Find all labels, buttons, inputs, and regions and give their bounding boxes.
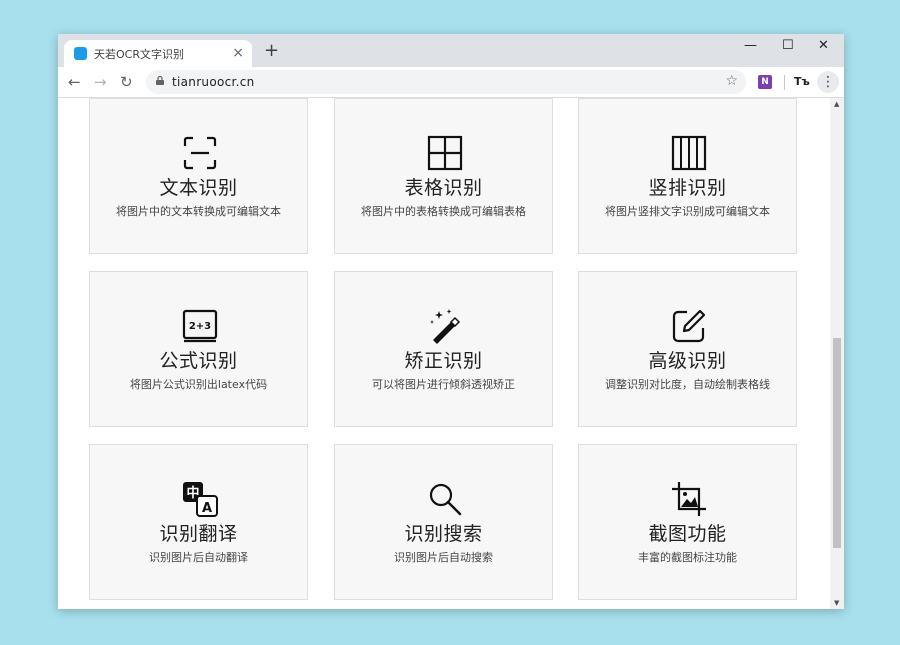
feature-card-screenshot[interactable]: 截图功能 丰富的截图标注功能 — [578, 444, 797, 600]
card-title: 文本识别 — [159, 177, 238, 199]
minimize-button[interactable]: — — [744, 38, 757, 54]
vertical-columns-icon — [671, 135, 707, 171]
card-description: 可以将图片进行倾斜透视矫正 — [372, 378, 515, 391]
scrollbar-thumb[interactable] — [833, 338, 841, 548]
url-text: tianruoocr.cn — [172, 75, 255, 89]
card-description: 将图片中的表格转换成可编辑表格 — [361, 205, 526, 218]
feature-card-vertical-ocr[interactable]: 竖排识别 将图片竖排文字识别成可编辑文本 — [578, 98, 797, 254]
card-description: 将图片公式识别出latex代码 — [129, 378, 268, 391]
card-description: 将图片中的文本转换成可编辑文本 — [116, 205, 281, 218]
formula-board-icon: 2+3 — [182, 309, 218, 343]
feature-card-search-ocr[interactable]: 识别搜索 识别图片后自动搜索 — [334, 444, 553, 600]
browser-tab[interactable]: 天若OCR文字识别 × — [64, 40, 252, 67]
card-title: 识别翻译 — [159, 523, 238, 545]
tab-title: 天若OCR文字识别 — [94, 48, 184, 61]
title-bar: 天若OCR文字识别 × + — ☐ ✕ — [58, 34, 844, 67]
feature-card-advanced-ocr[interactable]: 高级识别 调整识别对比度，自动绘制表格线 — [578, 271, 797, 427]
bookmark-star-icon[interactable]: ☆ — [725, 73, 738, 89]
tab-close-button[interactable]: × — [232, 44, 244, 62]
translate-extension-icon[interactable]: Tъ — [794, 75, 810, 88]
address-bar[interactable]: tianruoocr.cn ☆ — [146, 70, 746, 94]
card-title: 公式识别 — [159, 350, 238, 372]
close-window-button[interactable]: ✕ — [818, 38, 829, 54]
scroll-down-arrow-icon[interactable]: ▼ — [834, 599, 839, 607]
search-icon — [429, 483, 462, 516]
card-title: 表格识别 — [404, 177, 483, 199]
feature-card-formula-ocr[interactable]: 2+3 公式识别 将图片公式识别出latex代码 — [89, 271, 308, 427]
toolbar-divider — [784, 75, 785, 90]
maximize-button[interactable]: ☐ — [782, 38, 794, 54]
feature-card-translate-ocr[interactable]: 中 A 识别翻译 识别图片后自动翻译 — [89, 444, 308, 600]
new-tab-button[interactable]: + — [264, 42, 279, 60]
card-description: 识别图片后自动搜索 — [394, 551, 493, 564]
vertical-scrollbar[interactable]: ▲ ▼ — [830, 98, 844, 609]
translate-icon: 中 A — [183, 482, 218, 517]
card-description: 将图片竖排文字识别成可编辑文本 — [605, 205, 770, 218]
feature-card-text-ocr[interactable]: 文本识别 将图片中的文本转换成可编辑文本 — [89, 98, 308, 254]
card-title: 识别搜索 — [404, 523, 483, 545]
browser-toolbar: ← → ↻ tianruoocr.cn ☆ N Tъ ⋮ — [58, 67, 844, 98]
feature-card-correction-ocr[interactable]: 矫正识别 可以将图片进行倾斜透视矫正 — [334, 271, 553, 427]
feature-card-table-ocr[interactable]: 表格识别 将图片中的表格转换成可编辑表格 — [334, 98, 553, 254]
card-description: 调整识别对比度，自动绘制表格线 — [605, 378, 770, 391]
card-title: 高级识别 — [648, 350, 727, 372]
formula-text: 2+3 — [189, 321, 211, 332]
card-title: 矫正识别 — [404, 350, 483, 372]
reload-button[interactable]: ↻ — [120, 73, 133, 91]
card-description: 识别图片后自动翻译 — [149, 551, 248, 564]
scroll-up-arrow-icon[interactable]: ▲ — [834, 100, 839, 108]
back-button[interactable]: ← — [68, 73, 81, 91]
card-title: 竖排识别 — [648, 177, 727, 199]
onenote-extension-icon[interactable]: N — [758, 75, 772, 89]
page-content: 文本识别 将图片中的文本转换成可编辑文本 表格识别 将图片中的表格转换成可编辑表… — [58, 98, 830, 609]
scan-text-icon — [183, 136, 217, 170]
table-grid-icon — [427, 135, 463, 171]
translate-en-text: A — [202, 501, 212, 516]
crop-image-icon — [672, 482, 706, 516]
forward-button[interactable]: → — [94, 73, 107, 91]
lock-icon — [156, 76, 164, 85]
browser-menu-button[interactable]: ⋮ — [817, 71, 839, 93]
browser-window: 天若OCR文字识别 × + — ☐ ✕ ← → ↻ tianruoocr.cn … — [58, 34, 844, 609]
edit-square-icon — [672, 309, 706, 343]
magic-wand-icon — [430, 309, 461, 344]
card-description: 丰富的截图标注功能 — [638, 551, 737, 564]
favicon-icon — [74, 47, 87, 60]
card-title: 截图功能 — [648, 523, 727, 545]
